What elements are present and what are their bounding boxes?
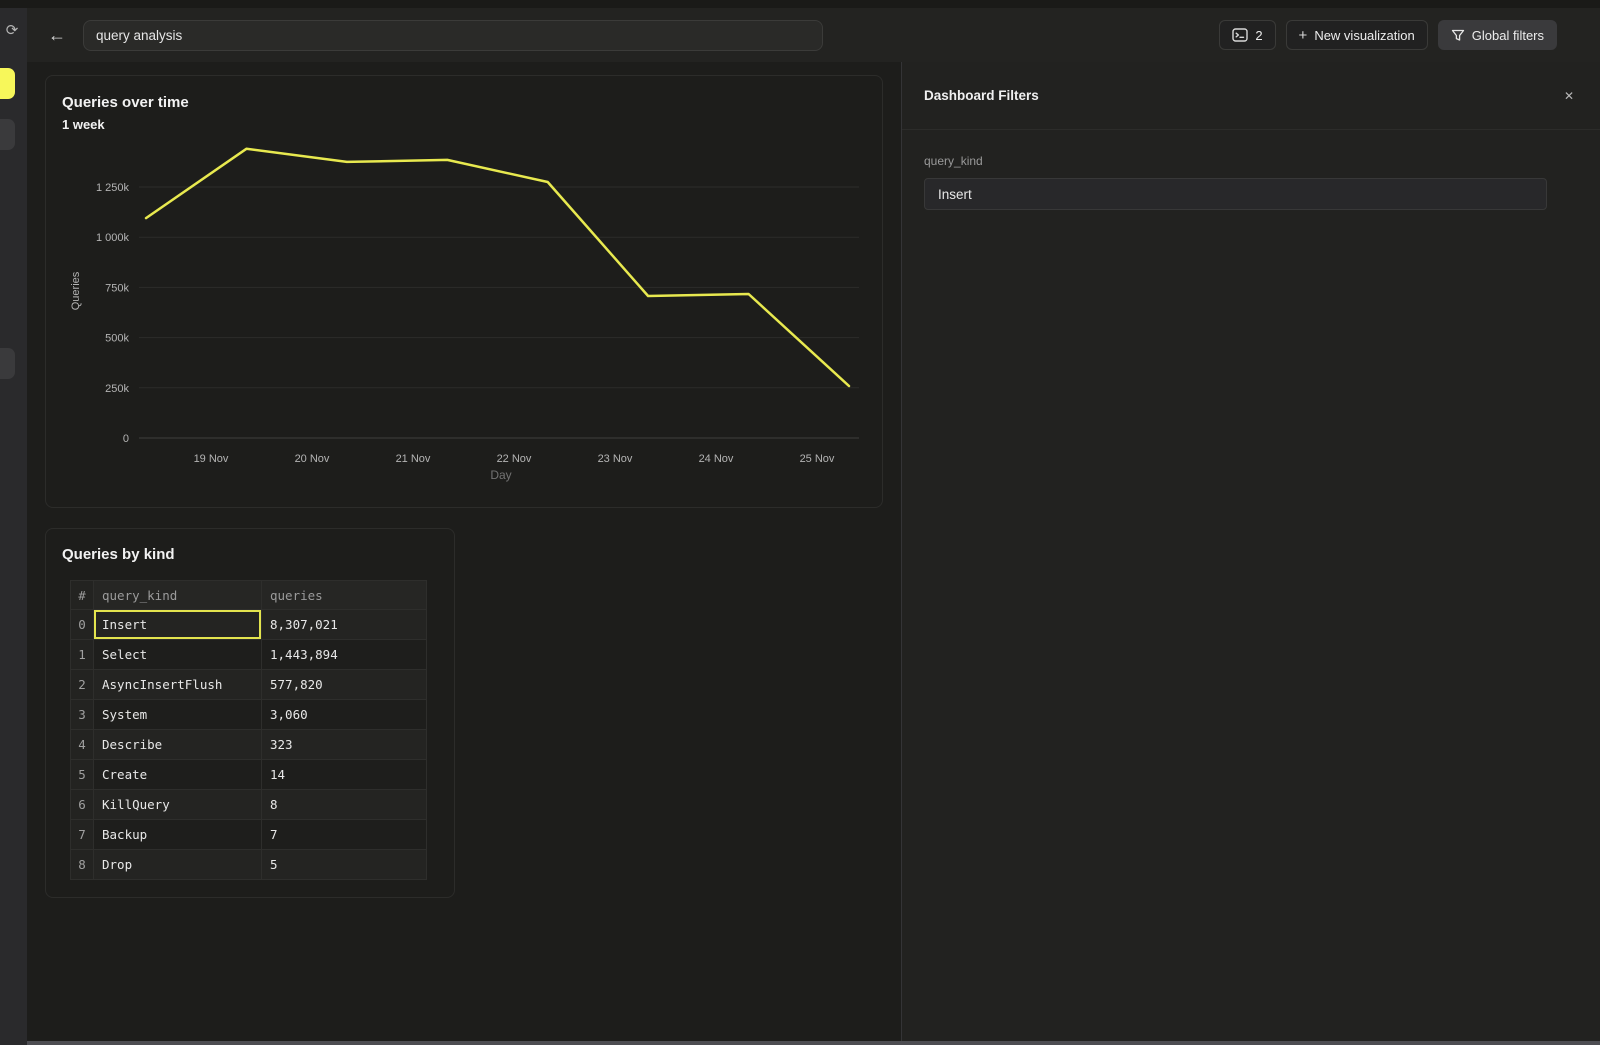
svg-text:20 Nov: 20 Nov [295, 453, 330, 465]
svg-text:0: 0 [123, 433, 129, 445]
plus-icon: + [1299, 28, 1308, 43]
svg-text:1 000k: 1 000k [96, 232, 130, 244]
table-row: 7Backup7 [71, 820, 427, 850]
queries-by-kind-table: # query_kind queries 0Insert8,307,0211Se… [70, 580, 427, 880]
row-index-cell: 3 [71, 700, 94, 730]
queries-count-cell[interactable]: 577,820 [262, 670, 427, 700]
rail-item-active[interactable] [0, 68, 15, 99]
table-row: 1Select1,443,894 [71, 640, 427, 670]
filters-panel-header: Dashboard Filters ✕ [902, 62, 1600, 130]
query-kind-cell[interactable]: Insert [94, 610, 262, 640]
column-header-query-kind[interactable]: query_kind [94, 581, 262, 610]
queries-over-time-card: Queries over time 1 week 0250k500k750k1 … [45, 75, 883, 508]
query-kind-filter-input[interactable] [924, 178, 1547, 210]
svg-text:Day: Day [490, 468, 511, 482]
left-nav-rail: ⟳ [0, 0, 27, 1045]
column-header-queries[interactable]: queries [262, 581, 427, 610]
queries-count-cell[interactable]: 14 [262, 760, 427, 790]
row-index-cell: 2 [71, 670, 94, 700]
query-kind-cell[interactable]: Drop [94, 850, 262, 880]
query-kind-cell[interactable]: Describe [94, 730, 262, 760]
queries-count-cell[interactable]: 7 [262, 820, 427, 850]
queries-count-cell[interactable]: 8,307,021 [262, 610, 427, 640]
svg-text:22 Nov: 22 Nov [497, 453, 532, 465]
dashboard-canvas: Queries over time 1 week 0250k500k750k1 … [27, 62, 901, 1045]
query-kind-cell[interactable]: Create [94, 760, 262, 790]
row-index-cell: 8 [71, 850, 94, 880]
refresh-icon[interactable]: ⟳ [3, 22, 21, 40]
query-kind-cell[interactable]: Backup [94, 820, 262, 850]
table-row: 4Describe323 [71, 730, 427, 760]
query-kind-cell[interactable]: AsyncInsertFlush [94, 670, 262, 700]
window-top-edge [0, 0, 1600, 8]
dashboard-title-input[interactable] [83, 20, 823, 51]
table-row: 2AsyncInsertFlush577,820 [71, 670, 427, 700]
row-index-cell: 7 [71, 820, 94, 850]
top-toolbar: ← 2 + New visualization Global filter [27, 8, 1600, 62]
svg-text:24 Nov: 24 Nov [699, 453, 734, 465]
column-header-index[interactable]: # [71, 581, 94, 610]
funnel-icon [1451, 29, 1465, 42]
svg-text:250k: 250k [105, 383, 129, 395]
query-kind-cell[interactable]: Select [94, 640, 262, 670]
console-count-button[interactable]: 2 [1219, 20, 1275, 50]
toolbar-actions: 2 + New visualization Global filters [1219, 20, 1557, 50]
table-row: 3System3,060 [71, 700, 427, 730]
queries-count-cell[interactable]: 8 [262, 790, 427, 820]
queries-count-cell[interactable]: 323 [262, 730, 427, 760]
close-icon[interactable]: ✕ [1560, 87, 1578, 105]
new-visualization-label: New visualization [1314, 28, 1414, 43]
row-index-cell: 0 [71, 610, 94, 640]
table-row: 8Drop5 [71, 850, 427, 880]
queries-count-cell[interactable]: 5 [262, 850, 427, 880]
back-button[interactable]: ← [45, 23, 69, 47]
row-index-cell: 4 [71, 730, 94, 760]
row-index-cell: 5 [71, 760, 94, 790]
queries-by-kind-card: Queries by kind # query_kind queries 0In… [45, 528, 455, 898]
global-filters-label: Global filters [1472, 28, 1544, 43]
new-visualization-button[interactable]: + New visualization [1286, 20, 1428, 50]
query-kind-cell[interactable]: KillQuery [94, 790, 262, 820]
rail-item-2[interactable] [0, 119, 15, 150]
rail-item-3[interactable] [0, 348, 15, 379]
table-title: Queries by kind [62, 546, 175, 563]
svg-text:750k: 750k [105, 282, 129, 294]
query-kind-cell[interactable]: System [94, 700, 262, 730]
queries-count-cell[interactable]: 3,060 [262, 700, 427, 730]
console-count: 2 [1255, 28, 1262, 43]
svg-text:21 Nov: 21 Nov [396, 453, 431, 465]
table-row: 5Create14 [71, 760, 427, 790]
queries-count-cell[interactable]: 1,443,894 [262, 640, 427, 670]
svg-text:Queries: Queries [70, 271, 82, 310]
svg-text:500k: 500k [105, 333, 129, 345]
table-header-row: # query_kind queries [71, 581, 427, 610]
row-index-cell: 1 [71, 640, 94, 670]
terminal-icon [1232, 28, 1248, 42]
row-index-cell: 6 [71, 790, 94, 820]
svg-text:25 Nov: 25 Nov [800, 453, 835, 465]
filter-field-query-kind: query_kind [902, 130, 1600, 210]
table-row: 6KillQuery8 [71, 790, 427, 820]
global-filters-button[interactable]: Global filters [1438, 20, 1557, 50]
svg-text:23 Nov: 23 Nov [598, 453, 633, 465]
filters-panel-title: Dashboard Filters [924, 88, 1039, 103]
dashboard-filters-panel: Dashboard Filters ✕ query_kind [901, 62, 1600, 1045]
horizontal-scrollbar[interactable] [27, 1041, 1600, 1045]
filter-field-label: query_kind [924, 154, 1578, 168]
svg-text:19 Nov: 19 Nov [194, 453, 229, 465]
svg-text:1 250k: 1 250k [96, 182, 130, 194]
table-row: 0Insert8,307,021 [71, 610, 427, 640]
